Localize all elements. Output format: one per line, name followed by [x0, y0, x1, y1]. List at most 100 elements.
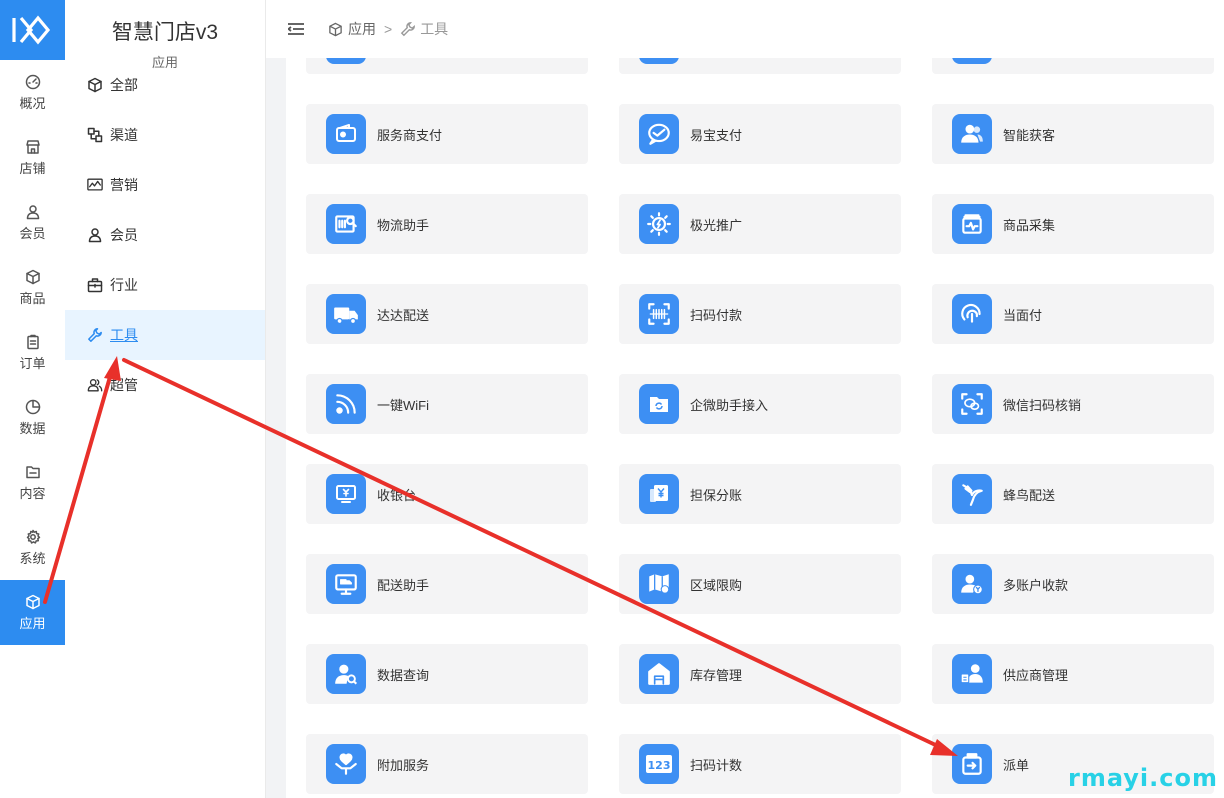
rail-item-2[interactable]: 店铺: [0, 125, 65, 190]
watermark: rmayi.com: [1067, 764, 1218, 792]
tool-card-label: 数据查询: [377, 667, 430, 683]
subnav-item-label: 行业: [110, 277, 138, 293]
tool-card[interactable]: 当面付: [932, 284, 1214, 344]
dispatch-icon: [952, 744, 992, 784]
tool-card-label: 供应商管理: [1003, 667, 1069, 683]
store-icon: [25, 139, 41, 155]
cube-icon: [87, 77, 103, 93]
rail-item-8[interactable]: 系统: [0, 515, 65, 580]
warehouse-icon: [639, 654, 679, 694]
map-icon: [639, 564, 679, 604]
users-icon: [87, 377, 103, 393]
tool-card[interactable]: 蜂鸟配送: [932, 464, 1214, 524]
subnav-item-7[interactable]: 超管: [65, 360, 265, 410]
wifi-icon: [326, 384, 366, 424]
tool-card[interactable]: [306, 58, 588, 74]
tool-card-label: 区域限购: [690, 577, 743, 593]
channel-icon: [87, 127, 103, 143]
tool-card[interactable]: 扫码付款: [619, 284, 901, 344]
tool-card[interactable]: 配送助手: [306, 554, 588, 614]
dashboard-icon: [25, 74, 41, 90]
rail-item-9[interactable]: 应用: [0, 580, 65, 645]
rail-item-1[interactable]: 概况: [0, 60, 65, 125]
cashier-icon: [326, 474, 366, 514]
folder-icon: [25, 464, 41, 480]
subnav-item-2[interactable]: 渠道: [65, 110, 265, 160]
rail-item-5[interactable]: 订单: [0, 320, 65, 385]
gear-icon: [25, 529, 41, 545]
tool-card[interactable]: 数据查询: [306, 644, 588, 704]
breadcrumb: 应用 > 工具: [328, 19, 448, 39]
tool-card-label: 附加服务: [377, 757, 430, 773]
tool-card[interactable]: 一键WiFi: [306, 374, 588, 434]
supplier-icon: [952, 654, 992, 694]
menu-toggle-icon[interactable]: [288, 22, 304, 36]
store-title: 智慧门店v3: [111, 21, 219, 44]
tool-card[interactable]: 担保分账: [619, 464, 901, 524]
tool-card[interactable]: 智能获客: [932, 104, 1214, 164]
user-search-icon: [326, 654, 366, 694]
scan-barcode-icon: [639, 294, 679, 334]
breadcrumb-item-app[interactable]: 应用: [348, 19, 376, 39]
tool-card[interactable]: 物流助手: [306, 194, 588, 254]
folder-sync-icon: [639, 384, 679, 424]
rail-item-label: 应用: [19, 615, 46, 631]
yen-card-icon: [639, 474, 679, 514]
wallet-icon: [326, 114, 366, 154]
subnav-item-label: 会员: [110, 227, 138, 243]
chat-check-icon: [639, 114, 679, 154]
tool-card-label: 易宝支付: [690, 127, 743, 143]
tool-card[interactable]: 服务商支付: [306, 104, 588, 164]
subnav-item-5[interactable]: 行业: [65, 260, 265, 310]
monitor-truck-icon: [326, 564, 366, 604]
tool-card[interactable]: 收银台: [306, 464, 588, 524]
tool-card-label: 库存管理: [690, 667, 743, 683]
cube-icon: [25, 594, 41, 610]
tool-card[interactable]: 区域限购: [619, 554, 901, 614]
tool-card[interactable]: 多账户收款: [932, 554, 1214, 614]
rail-item-3[interactable]: 会员: [0, 190, 65, 255]
truck-icon: [326, 294, 366, 334]
tool-card[interactable]: 极光推广: [619, 194, 901, 254]
tool-card[interactable]: 商品采集: [932, 194, 1214, 254]
rail-item-4[interactable]: 商品: [0, 255, 65, 320]
tool-card[interactable]: [932, 58, 1214, 74]
rail-item-6[interactable]: 数据: [0, 385, 65, 450]
rail-item-7[interactable]: 内容: [0, 450, 65, 515]
tool-card[interactable]: 库存管理: [619, 644, 901, 704]
rail-item-label: 会员: [19, 225, 46, 241]
tool-card[interactable]: 微信扫码核销: [932, 374, 1214, 434]
cube-icon: [25, 269, 41, 285]
tool-card-label: 智能获客: [1003, 127, 1056, 143]
tool-card[interactable]: 附加服务: [306, 734, 588, 794]
tool-card[interactable]: 123 扫码计数: [619, 734, 901, 794]
hummingbird-icon: [952, 474, 992, 514]
counter-123-icon: 123: [639, 744, 679, 784]
cube-icon: [328, 21, 344, 37]
app-logo[interactable]: [0, 0, 65, 60]
tool-card-label: 扫码计数: [690, 757, 743, 773]
rail-item-label: 内容: [19, 485, 46, 501]
tool-card[interactable]: [619, 58, 901, 74]
breadcrumb-item-tools: 工具: [420, 21, 449, 37]
subnav-item-6[interactable]: 工具: [65, 310, 265, 360]
rail-item-label: 店铺: [19, 160, 46, 176]
user-icon: [87, 227, 103, 243]
tool-card-label: 服务商支付: [377, 127, 443, 143]
tool-card[interactable]: 企微助手接入: [619, 374, 901, 434]
rail-item-label: 数据: [19, 420, 46, 436]
subnav-item-4[interactable]: 会员: [65, 210, 265, 260]
blank-icon: [639, 58, 679, 64]
tools-grid: 服务商支付 易宝支付 智能获客 物流助手 极光推广 商品采集 达达配送 扫码付款: [286, 58, 1224, 798]
blank-icon: [952, 58, 992, 64]
fingerprint-icon: [952, 294, 992, 334]
subnav-item-label: 渠道: [110, 127, 138, 143]
breadcrumb-separator: >: [384, 21, 393, 37]
store-brand: 智慧门店v3 应用: [65, 0, 265, 70]
tool-card[interactable]: 供应商管理: [932, 644, 1214, 704]
tool-card[interactable]: 易宝支付: [619, 104, 901, 164]
tool-card[interactable]: 达达配送: [306, 284, 588, 344]
tool-card-label: 达达配送: [377, 307, 430, 323]
subnav-item-3[interactable]: 营销: [65, 160, 265, 210]
tool-card-label: 企微助手接入: [690, 397, 769, 413]
